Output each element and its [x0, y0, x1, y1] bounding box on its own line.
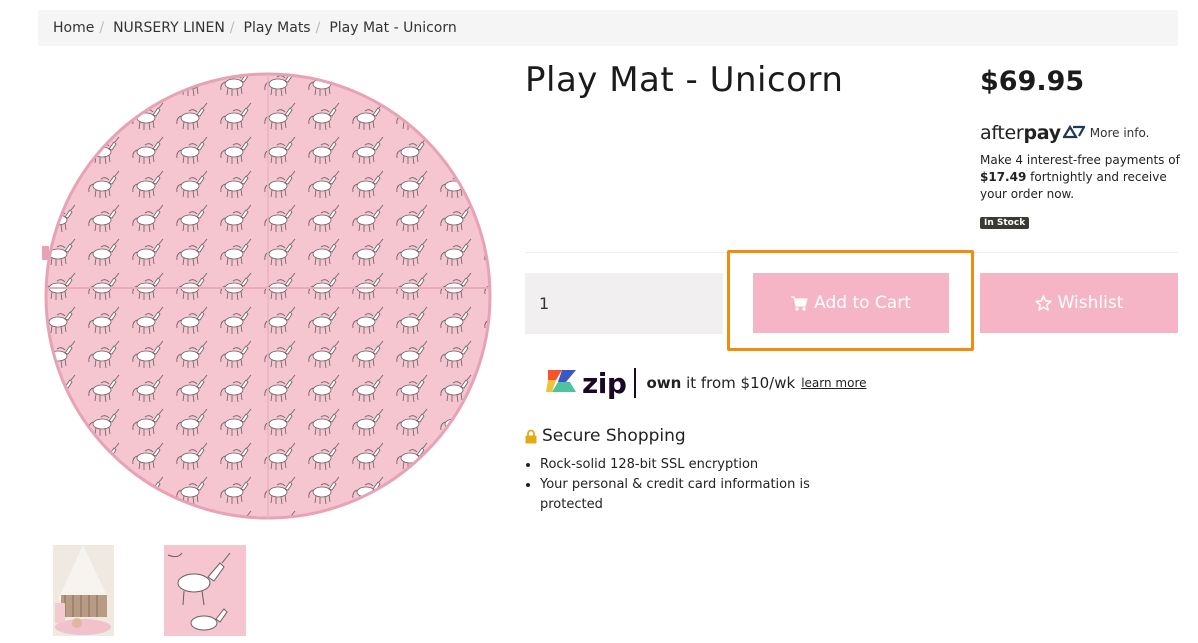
breadcrumb-separator: / [229, 20, 235, 36]
product-price: $69.95 [980, 66, 1085, 97]
quantity-input[interactable] [525, 273, 723, 334]
add-to-cart-label: Add to Cart [814, 293, 911, 313]
thumbnail-fabric[interactable] [164, 545, 246, 636]
lock-icon [525, 429, 537, 444]
zip-text: own it from $10/wk [646, 374, 796, 392]
product-title: Play Mat - Unicorn [525, 60, 844, 100]
stock-badge: In Stock [980, 217, 1030, 229]
wishlist-label: Wishlist [1057, 293, 1124, 313]
thumbnail-nursery[interactable] [53, 545, 114, 636]
zip-learn-more-link[interactable]: learn more [801, 376, 866, 390]
secure-shopping-heading: Secure Shopping [525, 426, 686, 446]
afterpay-row: afterpay More info. [980, 122, 1149, 144]
breadcrumb-play-mats[interactable]: Play Mats [244, 20, 311, 36]
afterpay-logo: afterpay [980, 122, 1061, 144]
wishlist-button[interactable]: Wishlist [980, 273, 1178, 333]
afterpay-more-info-link[interactable]: More info. [1090, 126, 1150, 140]
breadcrumb-separator: / [315, 20, 321, 36]
zip-logo-text: zip [582, 366, 627, 400]
list-item: Your personal & credit card information … [540, 475, 840, 515]
breadcrumb-nursery-linen[interactable]: NURSERY LINEN [113, 20, 225, 36]
breadcrumb-home[interactable]: Home [53, 20, 94, 36]
product-main-image[interactable] [38, 66, 498, 526]
list-item: Rock-solid 128-bit SSL encryption [540, 455, 840, 475]
afterpay-arrows-icon [1061, 124, 1086, 143]
breadcrumb-current: Play Mat - Unicorn [329, 20, 457, 36]
breadcrumb: Home / NURSERY LINEN / Play Mats / Play … [38, 10, 1178, 46]
breadcrumb-separator: / [99, 20, 105, 36]
add-to-cart-button[interactable]: Add to Cart [753, 273, 949, 333]
zip-payment-row: zip own it from $10/wk learn more [546, 366, 867, 400]
cart-icon [791, 295, 808, 311]
play-mat-image [42, 72, 492, 520]
afterpay-description: Make 4 interest-free payments of $17.49 … [980, 153, 1180, 201]
star-icon [1035, 295, 1052, 311]
afterpay-installment-amount: $17.49 [980, 170, 1027, 184]
zip-divider [634, 368, 637, 398]
secure-shopping-list: Rock-solid 128-bit SSL encryption Your p… [525, 455, 840, 515]
zip-logo-icon [546, 366, 578, 400]
